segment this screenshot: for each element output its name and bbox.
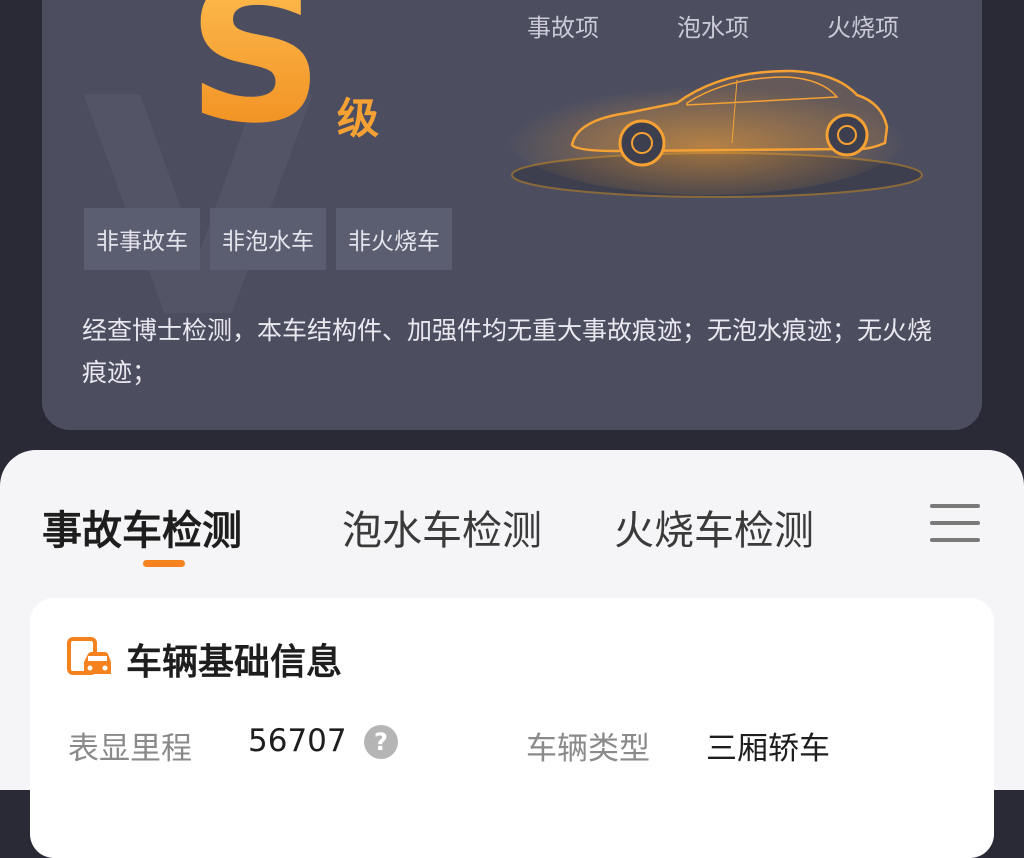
active-tab-indicator (143, 560, 185, 567)
status-tag-row: 非事故车 非泡水车 非火烧车 (84, 208, 452, 270)
tag-non-flood: 非泡水车 (210, 208, 326, 270)
mileage-label: 表显里程 (68, 731, 192, 767)
mileage-value: 56707 (248, 723, 347, 759)
tag-non-accident: 非事故车 (84, 208, 200, 270)
detail-sheet: 事故车检测 泡水车检测 火烧车检测 车辆基础信息 表显里程 56707 ? 车辆… (0, 450, 1024, 858)
column-flood: 泡水项 (677, 14, 749, 42)
vehicle-type-label: 车辆类型 (526, 731, 650, 767)
grade-suffix: 级 (337, 94, 380, 143)
inspection-summary-card: V S 级 事故项 泡水项 火烧项 非事故车 非泡水车 非火烧车 (42, 0, 982, 430)
column-accident: 事故项 (527, 14, 599, 42)
vehicle-type-value: 三厢轿车 (706, 731, 830, 767)
column-fire: 火烧项 (827, 14, 899, 42)
vehicle-document-icon (66, 636, 112, 680)
question-circle-icon[interactable]: ? (364, 725, 398, 759)
car-hologram-illustration (507, 65, 927, 215)
grade-letter: S (187, 0, 324, 150)
tab-flood-inspection[interactable]: 泡水车检测 (342, 498, 542, 556)
inspection-description: 经查博士检测，本车结构件、加强件均无重大事故痕迹；无泡水痕迹；无火烧痕迹； (82, 316, 933, 387)
tag-non-fire: 非火烧车 (336, 208, 452, 270)
vehicle-info-card: 车辆基础信息 表显里程 56707 ? 车辆类型 三厢轿车 (30, 598, 994, 858)
hamburger-menu-icon[interactable] (930, 502, 980, 544)
vehicle-info-title: 车辆基础信息 (126, 642, 343, 683)
tab-fire-inspection[interactable]: 火烧车检测 (614, 498, 814, 556)
tab-accident-inspection[interactable]: 事故车检测 (42, 498, 242, 556)
